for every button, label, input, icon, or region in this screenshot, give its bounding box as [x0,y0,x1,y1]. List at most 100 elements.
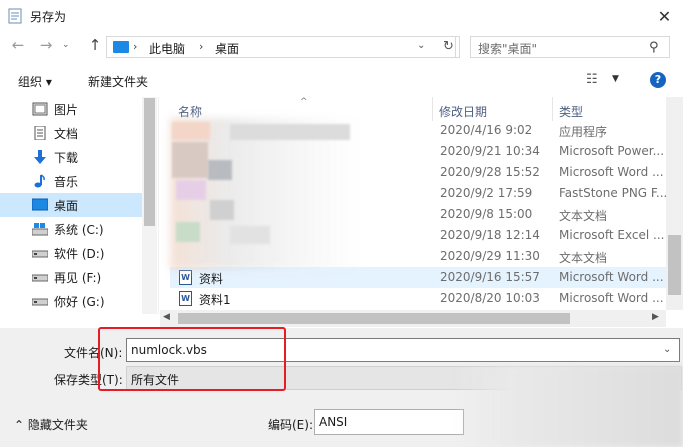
download-icon [34,150,46,164]
search-input[interactable]: 搜索"桌面" ⚲ [470,36,670,58]
blurred-region [455,366,683,447]
search-placeholder: 搜索"桌面" [478,42,538,56]
sidebar-item-label: 你好 (G:) [54,294,105,309]
file-date: 2020/8/20 10:03 [440,291,540,305]
file-type: Microsoft Word ... [559,165,664,179]
help-button[interactable]: ? [650,72,666,88]
encoding-label: 编码(E): [268,418,313,432]
sidebar-item-pictures[interactable]: 图片 [0,97,142,121]
breadcrumb-separator: › [133,40,138,53]
title-bar: 另存为 ✕ [0,0,683,32]
sidebar-item-label: 桌面 [54,198,79,213]
sidebar-scrollbar-thumb[interactable] [144,98,155,226]
sidebar-item-drive-g[interactable]: 你好 (G:) [0,289,142,313]
column-type[interactable]: 类型 [559,103,583,120]
blur-tile [172,122,210,140]
scroll-left-icon[interactable]: ◀ [163,312,170,322]
caret-down-icon[interactable]: ▼ [612,74,619,84]
sidebar-item-documents[interactable]: 文档 [0,121,142,145]
blur-tile [176,180,206,200]
computer-icon [113,41,129,53]
column-divider[interactable] [552,97,553,121]
drive-icon [32,250,48,258]
pictures-icon [32,102,48,116]
breadcrumb-this-pc[interactable]: 此电脑 [149,40,185,57]
search-icon: ⚲ [649,40,659,55]
encoding-value: ANSI [319,415,348,429]
notepad-icon [8,8,22,24]
vertical-scrollbar-thumb[interactable] [668,235,681,295]
horizontal-scrollbar-thumb[interactable] [178,313,570,324]
file-date: 2020/9/28 15:52 [440,165,540,179]
recent-locations-button[interactable]: ⌄ [62,40,76,54]
file-date: 2020/9/18 12:14 [440,228,540,242]
forward-button[interactable]: → [34,36,58,58]
column-modified[interactable]: 修改日期 [439,103,487,120]
file-name: 资料1 [199,293,231,307]
music-icon [34,174,45,188]
chevron-down-icon[interactable]: ⌄ [417,40,425,51]
word-document-icon: W [179,270,192,285]
file-type: Microsoft Excel ... [559,228,665,242]
sidebar-item-label: 文档 [54,126,79,141]
file-type: 文本文档 [559,251,608,265]
drive-icon [32,298,48,306]
file-date: 2020/9/21 10:34 [440,144,540,158]
navigation-pane: 图片 文档 下载 音乐 桌面 系统 (C:) 软件 (D:) 再见 (F:) 你… [0,97,159,314]
file-type: Microsoft Word ... [559,270,664,284]
blur-tile [176,222,200,242]
sidebar-item-drive-f[interactable]: 再见 (F:) [0,265,142,289]
sidebar-item-label: 软件 (D:) [54,246,105,261]
file-type: 文本文档 [559,209,608,223]
hide-folders-button[interactable]: ⌃ 隐藏文件夹 [14,416,88,433]
documents-icon [34,126,46,140]
file-type: Microsoft Word ... [559,291,664,305]
close-icon: ✕ [657,6,672,26]
sidebar-item-drive-d[interactable]: 软件 (D:) [0,241,142,265]
file-date: 2020/4/16 9:02 [440,123,533,137]
file-row[interactable]: W 资料1 2020/8/20 10:03 Microsoft Word ... [170,288,666,309]
file-name: 资料 [199,272,224,286]
drive-icon [32,223,48,236]
sidebar-item-label: 再见 (F:) [54,270,102,285]
organize-button[interactable]: 组织 ▾ [18,73,52,90]
blur-tile [208,160,232,180]
sidebar-item-label: 图片 [54,102,79,117]
file-type: FastStone PNG F... [559,186,666,200]
up-button[interactable]: ↑ [84,36,106,58]
blur-tile [230,226,270,244]
file-date: 2020/9/29 11:30 [440,249,540,263]
file-date: 2020/9/8 15:00 [440,207,533,221]
encoding-select[interactable]: ANSI [314,409,464,435]
new-folder-button[interactable]: 新建文件夹 [88,73,148,90]
sidebar-item-desktop[interactable]: 桌面 [0,193,142,217]
sidebar-item-music[interactable]: 音乐 [0,169,142,193]
sidebar-item-drive-c[interactable]: 系统 (C:) [0,217,142,241]
chevron-down-icon[interactable]: ⌄ [663,344,671,355]
scroll-right-icon[interactable]: ▶ [652,312,659,322]
sidebar-item-downloads[interactable]: 下载 [0,145,142,169]
breadcrumb-separator: › [199,40,204,53]
toolbar: 组织 ▾ 新建文件夹 ☷ ▼ ? [0,68,683,94]
column-divider[interactable] [432,97,433,121]
view-options-icon[interactable]: ☷ [586,72,598,87]
sidebar-item-label: 系统 (C:) [54,222,104,237]
word-document-icon: W [179,291,192,306]
address-bar[interactable]: › 此电脑 › 桌面 ⌄ [106,36,456,58]
sort-ascending-icon: ^ [300,97,308,107]
back-button[interactable]: ← [6,36,30,58]
breadcrumb-desktop[interactable]: 桌面 [215,40,239,57]
blur-tile [230,124,350,140]
blur-tile [210,200,234,220]
file-type: Microsoft Power... [559,144,665,158]
file-type: 应用程序 [559,125,608,139]
blur-tile [172,142,208,178]
file-row[interactable]: W 资料 2020/9/16 15:57 Microsoft Word ... [170,267,666,288]
close-button[interactable]: ✕ [646,0,683,32]
drive-icon [32,274,48,282]
refresh-button[interactable]: ↻ [438,36,460,58]
file-date: 2020/9/16 15:57 [440,270,540,284]
sidebar-item-label: 音乐 [54,174,79,189]
desktop-icon [32,198,48,211]
sidebar-item-label: 下载 [54,150,79,165]
